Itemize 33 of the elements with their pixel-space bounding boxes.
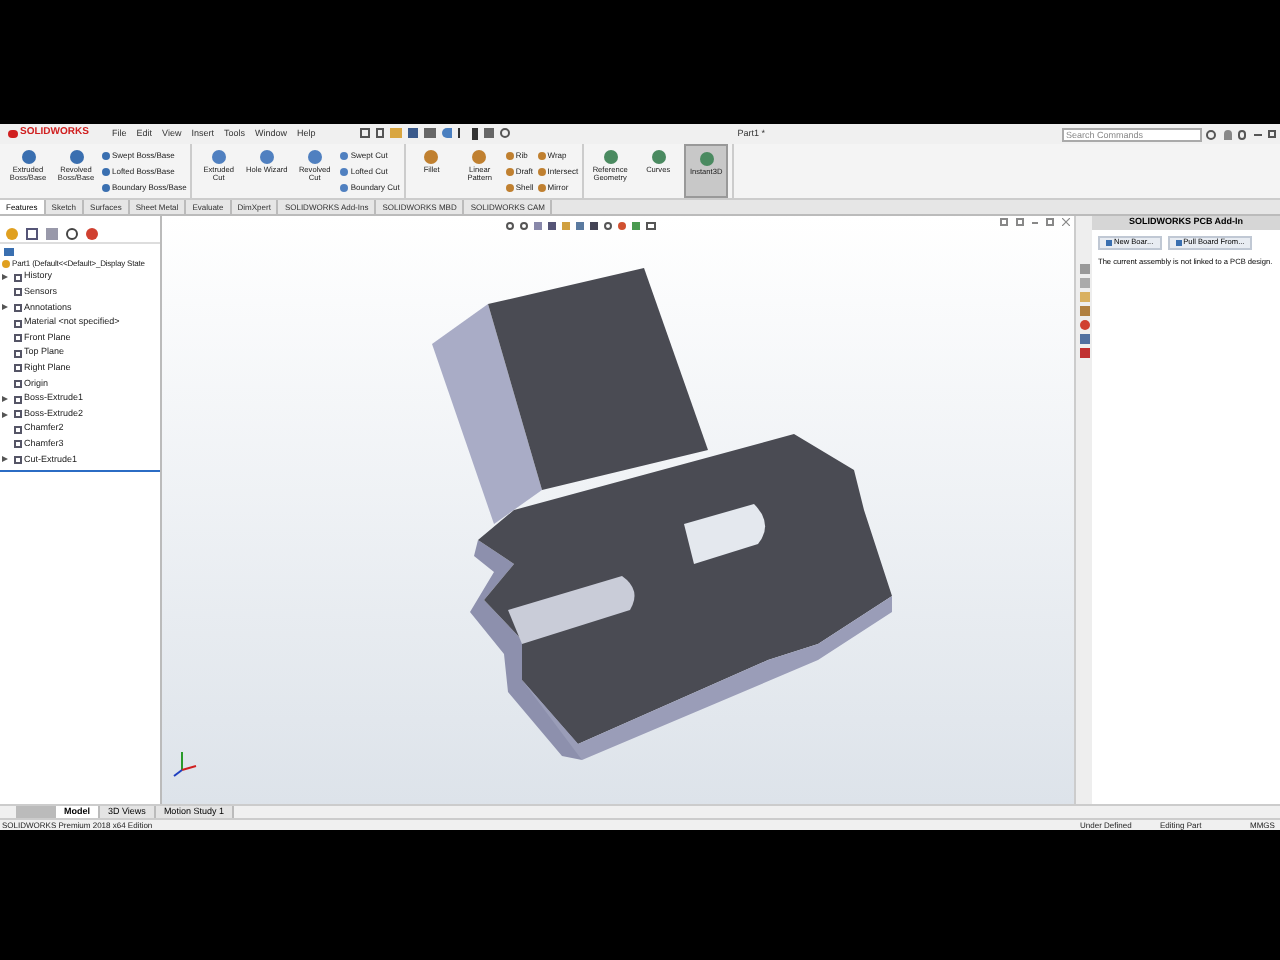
feature-icon: [21, 150, 35, 164]
restore-icon[interactable]: [1046, 218, 1054, 226]
feature-icon: [69, 150, 83, 164]
board-icon: [1175, 240, 1182, 246]
coordinate-triad-icon: [173, 751, 197, 777]
feature-icon: [651, 150, 666, 164]
zoom-to-fit-icon[interactable]: [506, 222, 514, 230]
expand-arrow-icon[interactable]: [2, 304, 8, 311]
feature-icon: [603, 150, 618, 164]
feature-icon: [211, 150, 226, 164]
expand-arrow-icon[interactable]: [2, 396, 8, 403]
graphics-viewport[interactable]: [162, 216, 1074, 804]
property-manager-icon[interactable]: [26, 227, 38, 239]
expand-arrow-icon[interactable]: [2, 456, 8, 463]
logo-icon: [8, 130, 18, 138]
feature-icon: [259, 150, 274, 164]
close-icon[interactable]: [1062, 218, 1070, 226]
dimxpert-icon[interactable]: [66, 227, 78, 239]
board-icon: [1106, 240, 1112, 246]
part-model-drawing[interactable]: [432, 268, 892, 760]
zoom-area-icon[interactable]: [520, 222, 528, 230]
feature-icon: [424, 150, 439, 164]
minimize-icon[interactable]: [1254, 133, 1262, 135]
expand-arrow-icon[interactable]: [2, 411, 8, 418]
search-icon[interactable]: [1206, 129, 1216, 139]
feature-icon: [472, 150, 487, 164]
display-manager-icon[interactable]: [86, 227, 98, 239]
part-icon: [2, 259, 10, 267]
configuration-manager-icon[interactable]: [46, 227, 58, 239]
expand-arrow-icon[interactable]: [2, 274, 8, 281]
feature-icon: [699, 152, 714, 166]
feature-icon: [307, 150, 322, 164]
restore-icon[interactable]: [1268, 130, 1276, 138]
